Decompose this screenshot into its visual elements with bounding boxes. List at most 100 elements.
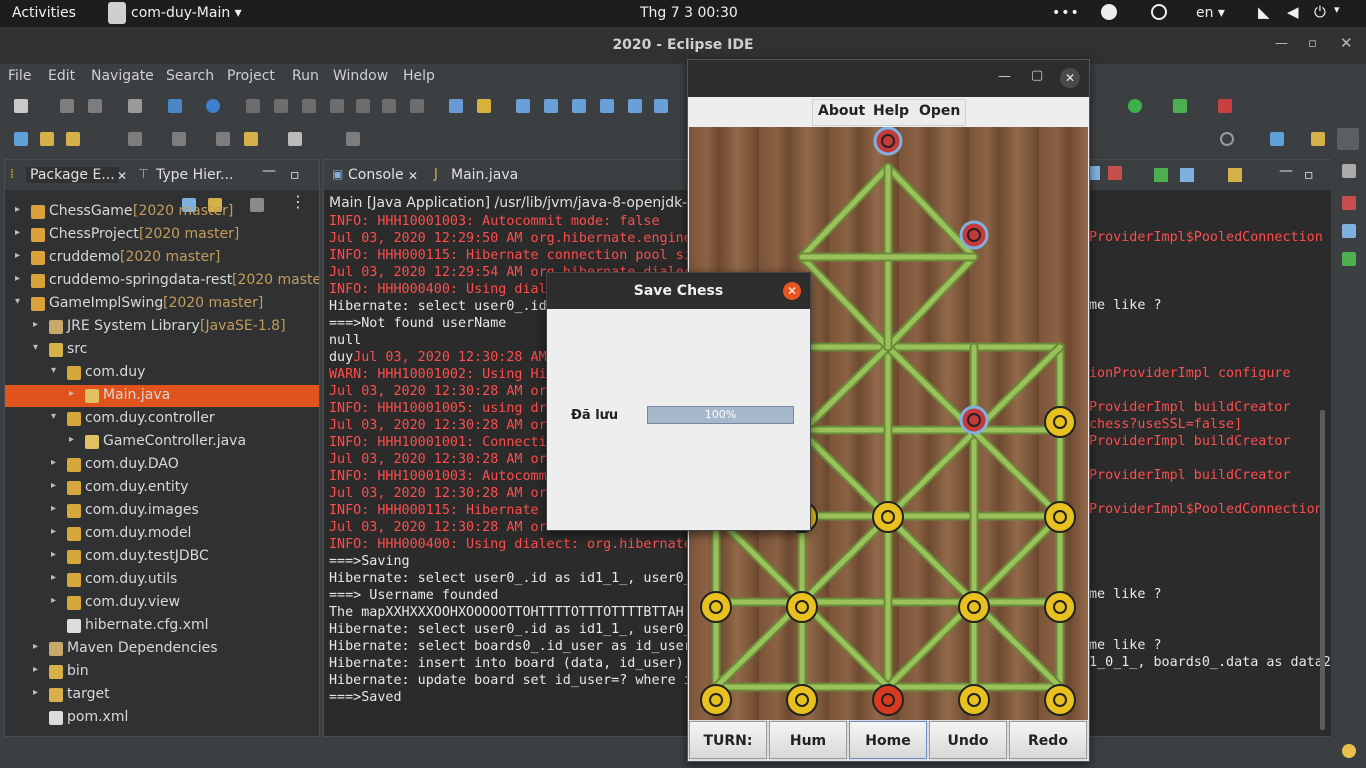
activities-button[interactable]: Activities bbox=[12, 5, 76, 21]
expand-arrow-icon[interactable]: ▸ bbox=[33, 664, 38, 675]
maximize-icon[interactable]: ▢ bbox=[1031, 68, 1043, 83]
minimize-icon[interactable]: — bbox=[998, 69, 1011, 84]
step-over-icon[interactable] bbox=[382, 99, 396, 113]
tree-item[interactable]: ▸ JRE System Library [JavaSE-1.8] bbox=[5, 316, 319, 338]
tree-item[interactable]: ▸ com.duy.DAO bbox=[5, 454, 319, 476]
terminal-icon[interactable] bbox=[128, 99, 142, 113]
last-edit-icon[interactable] bbox=[216, 132, 230, 146]
toolbar-icon-d[interactable] bbox=[600, 99, 614, 113]
forward-icon[interactable] bbox=[288, 132, 302, 146]
red-piece-icon[interactable] bbox=[872, 684, 904, 716]
home-button[interactable]: Home bbox=[849, 721, 927, 759]
external-tools-icon[interactable] bbox=[1218, 99, 1232, 113]
tree-item[interactable]: ▸ com.duy.images bbox=[5, 500, 319, 522]
expand-arrow-icon[interactable]: ▸ bbox=[15, 204, 20, 215]
pin-console-icon[interactable] bbox=[1154, 168, 1168, 182]
maximize-view-icon[interactable]: ▫ bbox=[290, 167, 300, 183]
expand-arrow-icon[interactable]: ▾ bbox=[51, 365, 56, 376]
tree-item[interactable]: ▸ com.duy.view bbox=[5, 592, 319, 614]
toolbar-icon-a[interactable] bbox=[516, 99, 530, 113]
gold-piece-icon[interactable] bbox=[786, 684, 818, 716]
tree-item[interactable]: ▸ com.duy.testJDBC bbox=[5, 546, 319, 568]
volume-icon[interactable]: ◀ bbox=[1287, 3, 1299, 21]
clock[interactable]: Thg 7 3 00:30 bbox=[640, 5, 738, 21]
disconnect-icon[interactable] bbox=[330, 99, 344, 113]
maximize-icon[interactable]: ▫ bbox=[1308, 36, 1317, 51]
resume-icon[interactable] bbox=[246, 99, 260, 113]
coverage-icon[interactable] bbox=[1173, 99, 1187, 113]
hum-button[interactable]: Hum bbox=[769, 721, 847, 759]
tree-item[interactable]: hibernate.cfg.xml bbox=[5, 615, 319, 637]
expand-arrow-icon[interactable]: ▸ bbox=[33, 687, 38, 698]
maximize-view-icon[interactable]: ▫ bbox=[1304, 167, 1314, 183]
notification-icon[interactable] bbox=[1342, 744, 1356, 758]
menu-help[interactable]: Help bbox=[403, 68, 435, 84]
annotation-icon[interactable] bbox=[128, 132, 142, 146]
tree-item[interactable]: ▸ ChessGame [2020 master] bbox=[5, 201, 319, 223]
skip-breakpoints-icon[interactable] bbox=[206, 99, 220, 113]
menu-file[interactable]: File bbox=[8, 68, 31, 84]
language-menu[interactable]: en ▾ bbox=[1196, 5, 1225, 21]
expand-arrow-icon[interactable]: ▸ bbox=[51, 549, 56, 560]
menu-navigate[interactable]: Navigate bbox=[91, 68, 154, 84]
gold-piece-icon[interactable] bbox=[958, 591, 990, 623]
menu-open[interactable]: Open bbox=[919, 103, 960, 119]
menu-run[interactable]: Run bbox=[292, 68, 319, 84]
tree-item[interactable]: ▸ GameController.java bbox=[5, 431, 319, 453]
expand-arrow-icon[interactable]: ▸ bbox=[33, 319, 38, 330]
open-type-icon[interactable] bbox=[14, 132, 28, 146]
tree-item[interactable]: ▾ src bbox=[5, 339, 319, 361]
perspective-debug-icon[interactable] bbox=[1311, 132, 1325, 146]
task-list-icon[interactable] bbox=[1342, 196, 1356, 210]
close-tab-icon[interactable]: ✕ bbox=[408, 169, 418, 183]
expand-arrow-icon[interactable]: ▸ bbox=[51, 457, 56, 468]
console-scrollbar[interactable] bbox=[1320, 410, 1325, 730]
close-icon[interactable]: ✕ bbox=[1060, 68, 1080, 88]
expand-arrow-icon[interactable]: ▸ bbox=[33, 641, 38, 652]
tree-item[interactable]: pom.xml bbox=[5, 707, 319, 729]
gold-piece-icon[interactable] bbox=[1044, 406, 1076, 438]
power-icon[interactable]: ⏻ bbox=[1314, 3, 1326, 21]
search-icon[interactable] bbox=[1220, 132, 1234, 146]
back-icon[interactable] bbox=[244, 132, 258, 146]
perspective-java-icon[interactable] bbox=[1270, 132, 1284, 146]
expand-arrow-icon[interactable]: ▸ bbox=[51, 480, 56, 491]
open-console-icon[interactable] bbox=[1228, 168, 1242, 182]
gold-piece-icon[interactable] bbox=[1044, 684, 1076, 716]
close-icon[interactable]: ✕ bbox=[1340, 34, 1353, 52]
chevron-down-icon[interactable]: ▾ bbox=[1334, 3, 1340, 16]
wifi-icon[interactable]: ◣ bbox=[1258, 3, 1270, 21]
console-icon[interactable] bbox=[168, 99, 182, 113]
outline-icon[interactable] bbox=[1342, 224, 1356, 238]
status-app-icon[interactable] bbox=[1101, 4, 1117, 20]
run-icon[interactable] bbox=[1128, 99, 1142, 113]
overflow-dots-icon[interactable]: ••• bbox=[1052, 5, 1080, 21]
gold-piece-icon[interactable] bbox=[700, 684, 732, 716]
tree-item[interactable]: ▸ ChessProject [2020 master] bbox=[5, 224, 319, 246]
remove-all-terminated-icon[interactable] bbox=[1108, 166, 1122, 180]
menu-project[interactable]: Project bbox=[227, 68, 275, 84]
expand-arrow-icon[interactable]: ▾ bbox=[51, 411, 56, 422]
new-icon[interactable] bbox=[14, 99, 28, 113]
annotation-prev-icon[interactable] bbox=[172, 132, 186, 146]
edit-icon[interactable] bbox=[66, 132, 80, 146]
gold-piece-icon[interactable] bbox=[786, 591, 818, 623]
expand-arrow-icon[interactable]: ▸ bbox=[51, 572, 56, 583]
tree-item[interactable]: ▸ cruddemo-springdata-rest [2020 master] bbox=[5, 270, 319, 292]
crab-piece-icon[interactable] bbox=[959, 405, 989, 435]
toolbar-icon-b[interactable] bbox=[544, 99, 558, 113]
menu-about[interactable]: About bbox=[818, 103, 865, 119]
expand-arrow-icon[interactable]: ▸ bbox=[69, 388, 74, 399]
tree-item[interactable]: ▸ bin bbox=[5, 661, 319, 683]
expand-arrow-icon[interactable]: ▸ bbox=[51, 503, 56, 514]
crab-piece-icon[interactable] bbox=[873, 127, 903, 156]
expand-arrow-icon[interactable]: ▾ bbox=[33, 342, 38, 353]
tree-item[interactable]: ▸ cruddemo [2020 master] bbox=[5, 247, 319, 269]
tree-item[interactable]: ▸ target bbox=[5, 684, 319, 706]
drop-frame-icon[interactable] bbox=[449, 99, 463, 113]
expand-arrow-icon[interactable]: ▸ bbox=[69, 434, 74, 445]
expand-arrow-icon[interactable]: ▸ bbox=[51, 595, 56, 606]
pin-editor-icon[interactable] bbox=[346, 132, 360, 146]
minimize-view-icon[interactable]: — bbox=[262, 163, 276, 179]
perspective-active-icon[interactable] bbox=[1337, 128, 1359, 150]
